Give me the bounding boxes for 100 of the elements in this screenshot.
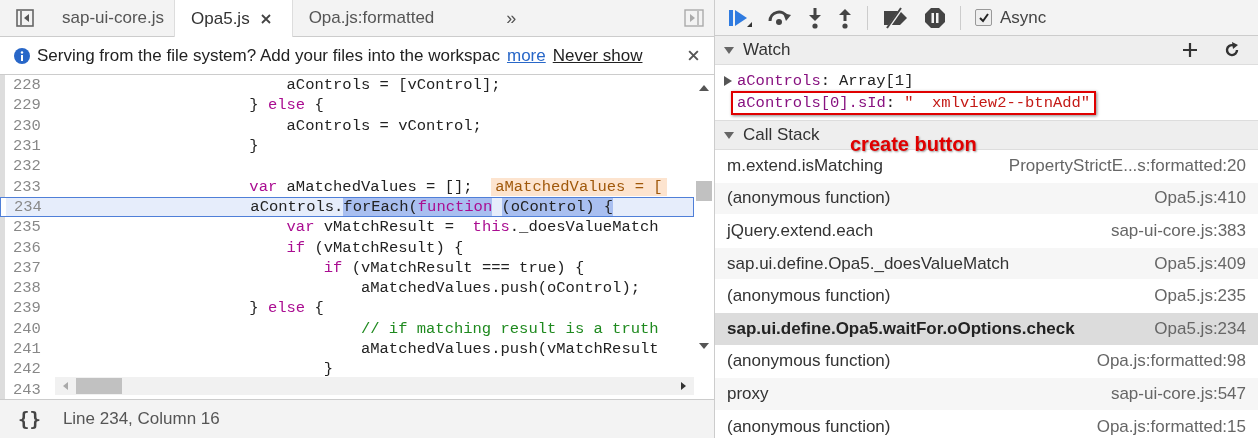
frame-function: (anonymous function) <box>727 351 891 372</box>
pretty-print-button[interactable]: {} <box>18 408 41 430</box>
frame-function: (anonymous function) <box>727 188 891 209</box>
code-text: aMatchedValues.push(oControl); <box>360 279 640 298</box>
line-number: 235 <box>0 217 46 238</box>
section-title[interactable]: Call Stack <box>743 125 820 145</box>
frame-location: Opa5.js:235 <box>1154 286 1246 307</box>
code-text: (vMatchResult) { <box>314 238 464 257</box>
call-frame[interactable]: m.extend.isMatching PropertyStrictE...s:formatted:20 <box>715 150 1258 183</box>
line-number: 240 <box>0 318 46 339</box>
deactivate-breakpoints-icon[interactable] <box>882 6 910 29</box>
line-number: 229 <box>0 95 46 116</box>
code-keyword: else <box>267 96 306 115</box>
code-text: aControls. <box>250 197 344 216</box>
frame-location: Opa.js:formatted:15 <box>1096 416 1246 437</box>
line-number: 239 <box>0 298 46 319</box>
call-frame[interactable]: (anonymous function) Opa5.js:235 <box>715 280 1258 313</box>
close-icon[interactable] <box>259 12 272 25</box>
frame-function: (anonymous function) <box>727 286 891 307</box>
frame-function: sap.ui.define.Opa5._doesValueMatch <box>727 253 1010 274</box>
frame-location: Opa5.js:234 <box>1154 318 1246 339</box>
code-keyword: var <box>286 218 315 237</box>
editor-tab[interactable]: Opa.js:formatted <box>292 0 445 36</box>
line-number: 234 <box>1 197 47 217</box>
scroll-up-icon[interactable] <box>699 85 709 91</box>
async-label: Async <box>1000 7 1047 28</box>
code-text: vMatchResult = <box>323 218 455 237</box>
code-text: (oControl) { <box>501 197 614 216</box>
frame-location: sap-ui-core.js:383 <box>1110 221 1246 241</box>
call-frame[interactable]: proxy sap-ui-core.js:547 <box>715 378 1258 411</box>
expanded-triangle-icon[interactable] <box>723 44 735 56</box>
code-text: } <box>249 299 260 318</box>
call-frame[interactable]: (anonymous function) Opa.js:formatted:15 <box>715 410 1258 438</box>
code-text: (vMatchResult === true) { <box>351 258 585 277</box>
frame-function: m.extend.isMatching <box>727 155 883 176</box>
code-text: { <box>314 299 324 318</box>
expanded-triangle-icon[interactable] <box>723 129 735 141</box>
code-text: ._doesValueMatch <box>509 218 659 237</box>
watch-value: Array[1] <box>839 71 914 90</box>
info-icon <box>14 47 30 64</box>
line-number: 228 <box>0 75 46 96</box>
code-keyword: this <box>472 218 510 237</box>
code-comment: // if matching result is a truth <box>360 319 659 338</box>
frame-function: proxy <box>727 383 769 404</box>
code-text: aMatchedValues.push(vMatchResult <box>360 340 659 358</box>
step-over-icon[interactable] <box>767 8 793 27</box>
code-text: } <box>249 96 260 115</box>
call-frame[interactable]: (anonymous function) Opa5.js:410 <box>715 182 1258 216</box>
code-text: } <box>323 360 334 379</box>
info-message: Serving from the file system? Add your files into the workspac <box>37 45 500 66</box>
watch-separator: : <box>820 71 831 90</box>
pause-icon[interactable] <box>924 6 946 29</box>
info-link[interactable]: more <box>507 45 546 66</box>
debugger-toggle-icon[interactable] <box>684 9 704 27</box>
editor-tab[interactable]: sap-ui-core.js <box>46 0 175 36</box>
watch-expression: aControls <box>737 71 821 90</box>
async-checkbox[interactable] <box>975 9 992 26</box>
frame-function: sap.ui.define.Opa5.waitFor.oOptions.check <box>727 318 1075 339</box>
step-into-icon[interactable] <box>807 6 823 29</box>
code-keyword: if <box>323 258 343 277</box>
line-number: 241 <box>0 338 46 360</box>
frame-location: PropertyStrictE...s:formatted:20 <box>1008 155 1246 176</box>
code-text: { <box>314 96 324 115</box>
refresh-icon[interactable] <box>1224 42 1240 58</box>
code-keyword: else <box>267 299 306 318</box>
frame-function: jQuery.extend.each <box>727 221 874 241</box>
line-number: 230 <box>0 115 46 136</box>
close-icon[interactable] <box>687 49 700 62</box>
frame-function: (anonymous function) <box>727 416 891 437</box>
scrollbar-thumb[interactable] <box>76 378 122 394</box>
code-text: aControls = vControl; <box>286 116 482 135</box>
collapsed-triangle-icon[interactable] <box>723 74 733 87</box>
watch-expression: aControls[0].sId <box>737 94 886 112</box>
scroll-down-icon[interactable] <box>699 343 709 349</box>
scroll-right-icon[interactable] <box>681 382 686 390</box>
code-text: aControls = [vControl]; <box>286 76 501 95</box>
inline-value: aMatchedValues = [ <box>491 177 667 196</box>
section-title[interactable]: Watch <box>743 40 791 60</box>
editor-tab[interactable]: Opa5.js <box>174 0 293 37</box>
line-number: 232 <box>0 156 46 177</box>
line-number: 231 <box>0 135 46 157</box>
line-number: 236 <box>0 237 46 258</box>
frame-location: Opa5.js:410 <box>1154 188 1246 209</box>
call-frame[interactable]: jQuery.extend.each sap-ui-core.js:383 <box>715 215 1258 248</box>
step-out-icon[interactable] <box>837 6 853 29</box>
frame-location: Opa5.js:409 <box>1154 253 1246 274</box>
add-icon[interactable] <box>1182 42 1198 58</box>
navigator-toggle-icon[interactable] <box>16 9 34 27</box>
line-number: 238 <box>0 277 46 299</box>
call-frame[interactable]: sap.ui.define.Opa5.waitFor.oOptions.check Opa5.js:234 <box>715 312 1258 346</box>
scrollbar-thumb[interactable] <box>696 181 712 201</box>
call-frame[interactable]: sap.ui.define.Opa5._doesValueMatch Opa5.js:409 <box>715 247 1258 281</box>
cursor-position: Line 234, Column 16 <box>62 409 220 429</box>
line-number: 242 <box>0 359 46 380</box>
watch-separator: : <box>885 94 896 112</box>
code-keyword: if <box>286 238 306 257</box>
more-tabs-button[interactable]: » <box>490 0 533 36</box>
frame-location: sap-ui-core.js:547 <box>1110 383 1246 404</box>
code-text: } <box>249 137 259 156</box>
info-link[interactable]: Never show <box>552 45 643 66</box>
